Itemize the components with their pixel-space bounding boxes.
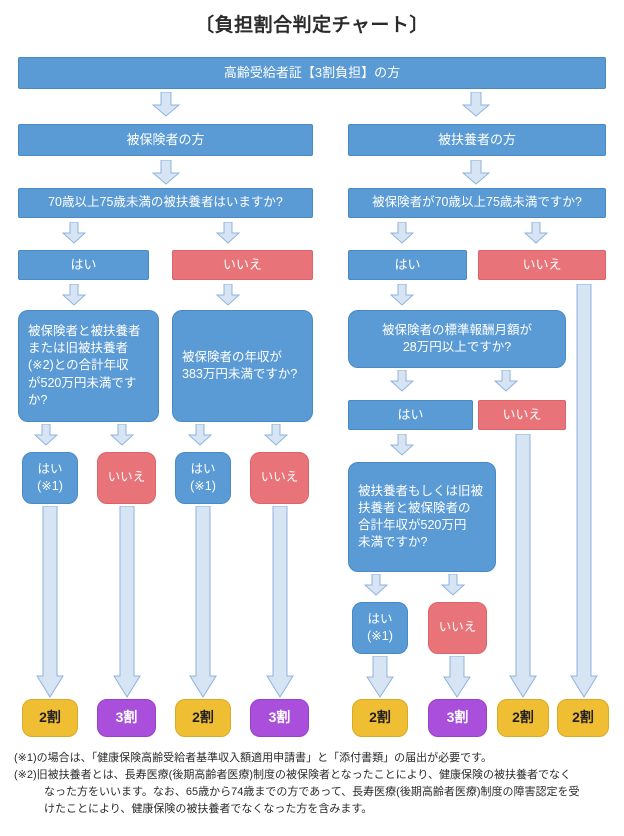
result-box-8: 2割 [557,699,609,737]
node-right-answer-yes: はい [348,250,467,280]
arrow-right-header-to-question [462,160,490,185]
arrow-left-header-to-question [152,160,180,185]
result-box-4: 3割 [250,699,309,737]
result-box-3: 2割 [175,699,231,737]
arrow-left-yes-to-question2 [62,284,86,306]
arrow-right-question-to-yes [390,222,414,244]
node-right-answer-yes-2: はい [348,400,473,430]
node-left-question-yes-path: 被保険者と被扶養者 または旧被扶養者 (※2)との合計年収 が520万円未満です… [18,310,159,422]
node-left-leaf-no-2: いいえ [250,452,309,504]
result-box-5: 2割 [352,699,408,737]
arrow-left-q-yes-to-leaf-yes [34,424,58,446]
node-root: 高齢受給者証【3割負担】の方 [18,57,606,89]
node-left-header: 被保険者の方 [18,124,313,156]
arrow-left-q-no-to-leaf-yes [188,424,212,446]
flowchart-canvas: 〔負担割合判定チャート〕 高齢受給者証【3割負担】の方 被保険者の方 被扶養者の… [0,0,624,836]
arrow-right-question2-to-yes [390,370,414,392]
arrow-right-question-to-no [524,222,548,244]
node-left-question: 70歳以上75歳未満の被扶養者はいますか? [18,188,313,218]
arrow-left-no-to-question3 [216,284,240,306]
node-right-question-2: 被保険者の標準報酬月額が 28万円以上ですか? [348,310,566,368]
result-box-6: 3割 [428,699,487,737]
node-left-leaf-yes-2: はい (※1) [175,452,231,504]
arrow-right-no2-to-result-7 [509,434,537,698]
result-box-7: 2割 [497,699,549,737]
node-right-header: 被扶養者の方 [348,124,606,156]
node-right-question-3: 被扶養者もしくは旧被 扶養者と被保険者の 合計年収が520万円 未満ですか? [348,462,496,572]
node-right-leaf-yes-3: はい (※1) [352,602,408,654]
node-right-question: 被保険者が70歳以上75歳未満ですか? [348,188,606,218]
arrow-left-question-to-no [216,222,240,244]
arrow-left-q-yes-to-leaf-no [110,424,134,446]
node-left-answer-no: いいえ [172,250,313,280]
node-left-leaf-yes-1: はい (※1) [22,452,78,504]
node-right-answer-no-2: いいえ [478,400,566,430]
arrow-root-to-left-header [152,92,180,117]
arrow-right-question2-to-no [494,370,518,392]
node-right-leaf-no-3: いいえ [428,602,487,654]
arrow-left-leaf-yes2-to-result-3 [189,506,217,698]
footnote-1: (※1)の場合は、「健康保険高齢受給者基準収入額適用申請書」と「添付書類」の届出… [14,752,493,764]
node-left-answer-yes: はい [18,250,149,280]
arrow-right-leaf-no3-to-result-6 [443,656,471,698]
result-box-1: 2割 [22,699,78,737]
arrow-right-q3-to-leaf-no [441,574,465,596]
arrow-right-q3-to-leaf-yes [364,574,388,596]
page-title: 〔負担割合判定チャート〕 [195,15,429,36]
arrow-left-leaf-no1-to-result-2 [113,506,141,698]
footnote-2-line-3: けたことにより、健康保険の被扶養者でなくなった方を含みます。 [44,803,373,816]
arrow-right-yes2-to-question3 [390,434,414,456]
arrow-left-leaf-no2-to-result-4 [266,506,294,698]
arrow-root-to-right-header [462,92,490,117]
node-left-question-no-path: 被保険者の年収が 383万円未満ですか? [172,310,313,422]
footnote-2-line-1: (※2)旧被扶養者とは、長寿医療(後期高齢者医療)制度の被保険者となったことによ… [14,769,571,782]
footnote-2-line-2: なった方をいいます。なお、65歳から74歳までの方であって、長寿医療(後期高齢者… [44,786,580,799]
arrow-left-q-no-to-leaf-no [264,424,288,446]
node-left-leaf-no-1: いいえ [97,452,156,504]
node-right-answer-no: いいえ [478,250,606,280]
footnotes: (※1)の場合は、「健康保険高齢受給者基準収入額適用申請書」と「添付書類」の届出… [14,750,614,818]
arrow-right-leaf-yes3-to-result-5 [366,656,394,698]
arrow-left-question-to-yes [62,222,86,244]
arrow-right-no-to-result-8 [570,284,598,698]
result-box-2: 3割 [97,699,156,737]
arrow-left-leaf-yes1-to-result-1 [36,506,64,698]
arrow-right-yes-to-question2 [390,284,414,306]
